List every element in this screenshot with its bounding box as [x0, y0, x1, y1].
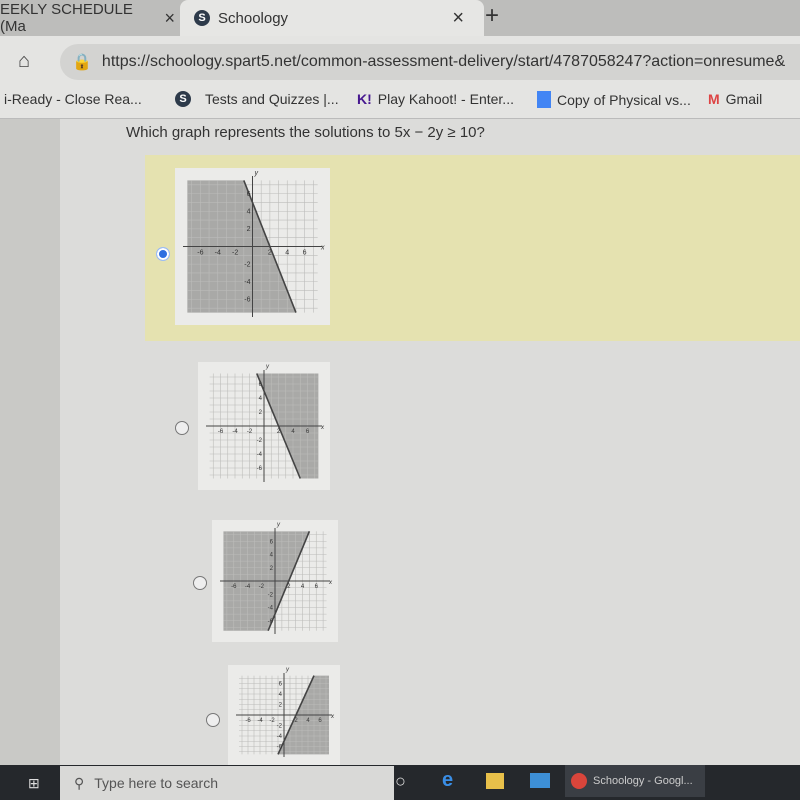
y-tick-label: 6	[247, 191, 251, 198]
answer-graph-1[interactable]: -6 -4 -2 2 4 6 6 4 2 -2 -4 -6 x y	[175, 168, 330, 325]
y-tick-label: -6	[277, 745, 283, 751]
windows-start-icon[interactable]: ⊞	[28, 775, 44, 791]
y-axis-label: y	[254, 170, 259, 177]
bookmark-gmail[interactable]: M Gmail	[708, 91, 762, 107]
x-tick-label: -6	[218, 429, 224, 435]
x-tick-label: -2	[259, 584, 265, 590]
home-icon[interactable]: ⌂	[18, 50, 30, 73]
file-explorer-icon[interactable]	[486, 773, 504, 789]
x-tick-label: 4	[285, 250, 289, 257]
bookmark-iready[interactable]: i-Ready - Close Rea...	[4, 91, 142, 107]
y-tick-label: -4	[244, 279, 250, 286]
x-tick-label: 6	[303, 250, 307, 257]
gmail-icon: M	[708, 91, 720, 107]
kahoot-icon: K!	[357, 91, 372, 107]
y-tick-label: -2	[244, 261, 250, 268]
bookmark-label: Gmail	[725, 91, 763, 107]
app-label: Schoology - Googl...	[593, 775, 693, 787]
bookmark-tests[interactable]: S Tests and Quizzes |...	[175, 91, 339, 107]
option-radio-2[interactable]	[175, 421, 189, 435]
edge-icon[interactable]: e	[442, 769, 453, 792]
mail-icon[interactable]	[530, 773, 550, 788]
close-tab-icon[interactable]: ×	[164, 8, 175, 29]
x-tick-label: -4	[215, 250, 221, 257]
schoology-icon: S	[194, 10, 210, 26]
taskbar-chrome-app[interactable]: Schoology - Googl...	[565, 765, 705, 797]
y-tick-label: -2	[268, 592, 274, 598]
cortana-icon[interactable]: ○	[395, 771, 406, 792]
x-axis-label: x	[320, 245, 325, 252]
bookmark-label: Play Kahoot! - Enter...	[377, 91, 514, 107]
y-tick-label: -6	[268, 619, 274, 625]
x-tick-label: -6	[245, 718, 251, 724]
url-bar[interactable]: 🔒 https://schoology.spart5.net/common-ass…	[60, 44, 800, 80]
x-tick-label: -2	[269, 718, 275, 724]
y-tick-label: -6	[244, 297, 250, 304]
x-tick-label: -4	[245, 584, 251, 590]
x-tick-label: 2	[268, 250, 272, 257]
option-radio-4[interactable]	[206, 713, 220, 727]
search-placeholder: Type here to search	[94, 775, 219, 791]
bookmark-label: Copy of Physical vs...	[557, 91, 691, 108]
url-text: https://schoology.spart5.net/common-asse…	[101, 53, 786, 70]
x-tick-label: -6	[197, 250, 203, 257]
bookmark-label: i-Ready - Close Rea...	[4, 91, 142, 107]
bookmark-docs[interactable]: Copy of Physical vs...	[537, 91, 691, 108]
x-tick-label: -2	[232, 250, 238, 257]
schoology-icon: S	[175, 91, 191, 107]
y-tick-label: -4	[268, 606, 274, 612]
x-tick-label: -6	[231, 584, 237, 590]
left-panel	[0, 119, 60, 765]
option-radio-1[interactable]	[156, 247, 170, 261]
y-tick-label: 4	[247, 209, 251, 216]
question-text: Which graph represents the solutions to …	[126, 124, 485, 141]
chrome-icon	[571, 773, 587, 789]
answer-graph-3[interactable]: -6 -4 -2 2 4 6642-2-4-6xy	[212, 520, 338, 642]
taskbar-search[interactable]: ⚲ Type here to search	[60, 766, 394, 800]
new-tab-button[interactable]: +	[485, 2, 499, 30]
close-tab-icon[interactable]: ×	[452, 7, 464, 30]
tab-strip: EEKLY SCHEDULE (Ma × S Schoology × +	[0, 0, 800, 36]
y-tick-label: 2	[247, 226, 251, 233]
x-tick-label: -4	[257, 718, 263, 724]
docs-icon	[537, 91, 551, 108]
x-tick-label: -4	[232, 429, 238, 435]
y-tick-label: -4	[277, 734, 283, 740]
bookmark-kahoot[interactable]: K! Play Kahoot! - Enter...	[357, 91, 514, 107]
option-radio-3[interactable]	[193, 576, 207, 590]
tab-schoology[interactable]: S Schoology ×	[180, 0, 484, 36]
answer-graph-4[interactable]: -6 -4 -2 2 4 6642-2-4-6xy	[228, 665, 340, 765]
search-icon: ⚲	[74, 774, 85, 791]
tab-label: Schoology	[218, 9, 289, 27]
bookmark-label: Tests and Quizzes |...	[205, 91, 339, 107]
lock-icon: 🔒	[72, 54, 92, 71]
y-tick-label: -2	[257, 438, 263, 444]
y-tick-label: -2	[277, 724, 283, 730]
y-tick-label: -4	[257, 452, 263, 458]
tab-weekly-schedule[interactable]: EEKLY SCHEDULE (Ma ×	[0, 0, 175, 36]
tab-label: EEKLY SCHEDULE (Ma	[0, 1, 133, 35]
x-tick-label: -2	[247, 429, 253, 435]
answer-graph-2[interactable]: -6 -4 -2 2 4 6642-2-4-6xy	[198, 362, 330, 490]
y-tick-label: -6	[257, 466, 263, 472]
